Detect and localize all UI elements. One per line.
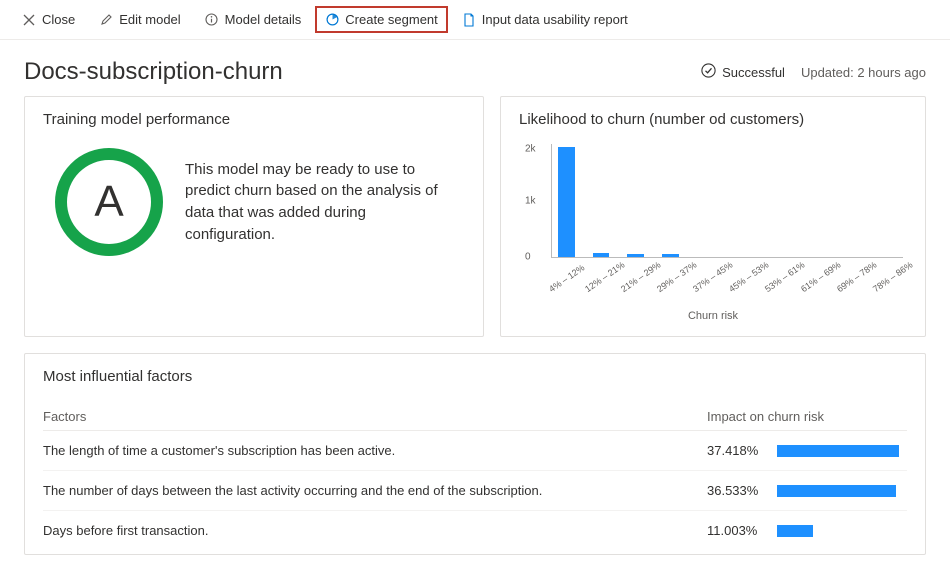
- impact-value: 37.418%: [707, 443, 763, 458]
- impact-bar: [777, 485, 896, 497]
- factors-col-header: Factors: [43, 409, 86, 424]
- chart-bar: [558, 147, 575, 257]
- usability-report-button[interactable]: Input data usability report: [452, 6, 638, 33]
- chart-bar: [627, 254, 644, 257]
- y-tick: 1k: [525, 196, 536, 207]
- chart-area: 2k 1k 0: [525, 144, 907, 274]
- status-badge: Successful: [701, 63, 785, 81]
- factors-panel: Most influential factors Factors Impact …: [24, 353, 926, 555]
- y-axis: 2k 1k 0: [525, 144, 547, 258]
- model-details-label: Model details: [225, 12, 302, 27]
- chart-title: Likelihood to churn (number od customers…: [519, 111, 907, 128]
- edit-model-label: Edit model: [119, 12, 180, 27]
- status-group: Successful Updated: 2 hours ago: [701, 63, 926, 81]
- factor-row: The length of time a customer's subscrip…: [43, 431, 907, 471]
- performance-description: This model may be ready to use to predic…: [185, 159, 445, 246]
- close-icon: [22, 13, 36, 27]
- impact-bar-wrap: [777, 525, 907, 537]
- factors-header: Factors Impact on churn risk: [43, 397, 907, 431]
- impact-bar: [777, 445, 899, 457]
- factor-text: The length of time a customer's subscrip…: [43, 443, 707, 458]
- factors-title: Most influential factors: [43, 368, 907, 385]
- impact-bar: [777, 525, 813, 537]
- impact-value: 36.533%: [707, 483, 763, 498]
- page-title: Docs-subscription-churn: [24, 58, 283, 86]
- info-icon: [205, 13, 219, 27]
- factor-rows: The length of time a customer's subscrip…: [43, 431, 907, 550]
- segment-icon: [325, 13, 339, 27]
- impact-bar-wrap: [777, 485, 907, 497]
- header: Docs-subscription-churn Successful Updat…: [0, 40, 950, 96]
- x-axis-labels: 4% – 12%12% – 21%21% – 29%29% – 37%37% –…: [545, 276, 907, 286]
- chart-bars: [552, 144, 903, 257]
- x-axis-title: Churn risk: [519, 310, 907, 322]
- model-details-button[interactable]: Model details: [195, 6, 312, 33]
- factor-row: Days before first transaction.11.003%: [43, 511, 907, 550]
- impact-bar-wrap: [777, 445, 907, 457]
- chart-panel: Likelihood to churn (number od customers…: [500, 96, 926, 337]
- close-label: Close: [42, 12, 75, 27]
- factor-row: The number of days between the last acti…: [43, 471, 907, 511]
- create-segment-label: Create segment: [345, 12, 438, 27]
- chart-bar: [593, 253, 610, 257]
- pencil-icon: [99, 13, 113, 27]
- checkmark-icon: [701, 63, 716, 81]
- grade-circle: A: [55, 148, 163, 256]
- updated-text: Updated: 2 hours ago: [801, 65, 926, 80]
- usability-report-label: Input data usability report: [482, 12, 628, 27]
- chart-plot: [551, 144, 903, 258]
- y-tick: 0: [525, 251, 531, 262]
- performance-title: Training model performance: [43, 111, 465, 128]
- factor-text: Days before first transaction.: [43, 523, 707, 538]
- top-panels: Training model performance A This model …: [0, 96, 950, 353]
- close-button[interactable]: Close: [12, 6, 85, 33]
- create-segment-button[interactable]: Create segment: [315, 6, 448, 33]
- document-icon: [462, 13, 476, 27]
- toolbar: Close Edit model Model details Create se…: [0, 0, 950, 40]
- chart-bar: [662, 254, 679, 257]
- impact-value: 11.003%: [707, 523, 763, 538]
- y-tick: 2k: [525, 143, 536, 154]
- performance-panel: Training model performance A This model …: [24, 96, 484, 337]
- edit-model-button[interactable]: Edit model: [89, 6, 190, 33]
- status-text: Successful: [722, 65, 785, 80]
- impact-cell: 11.003%: [707, 523, 907, 538]
- impact-cell: 37.418%: [707, 443, 907, 458]
- factor-text: The number of days between the last acti…: [43, 483, 707, 498]
- impact-col-header: Impact on churn risk: [707, 409, 907, 424]
- performance-body: A This model may be ready to use to pred…: [43, 140, 465, 270]
- impact-cell: 36.533%: [707, 483, 907, 498]
